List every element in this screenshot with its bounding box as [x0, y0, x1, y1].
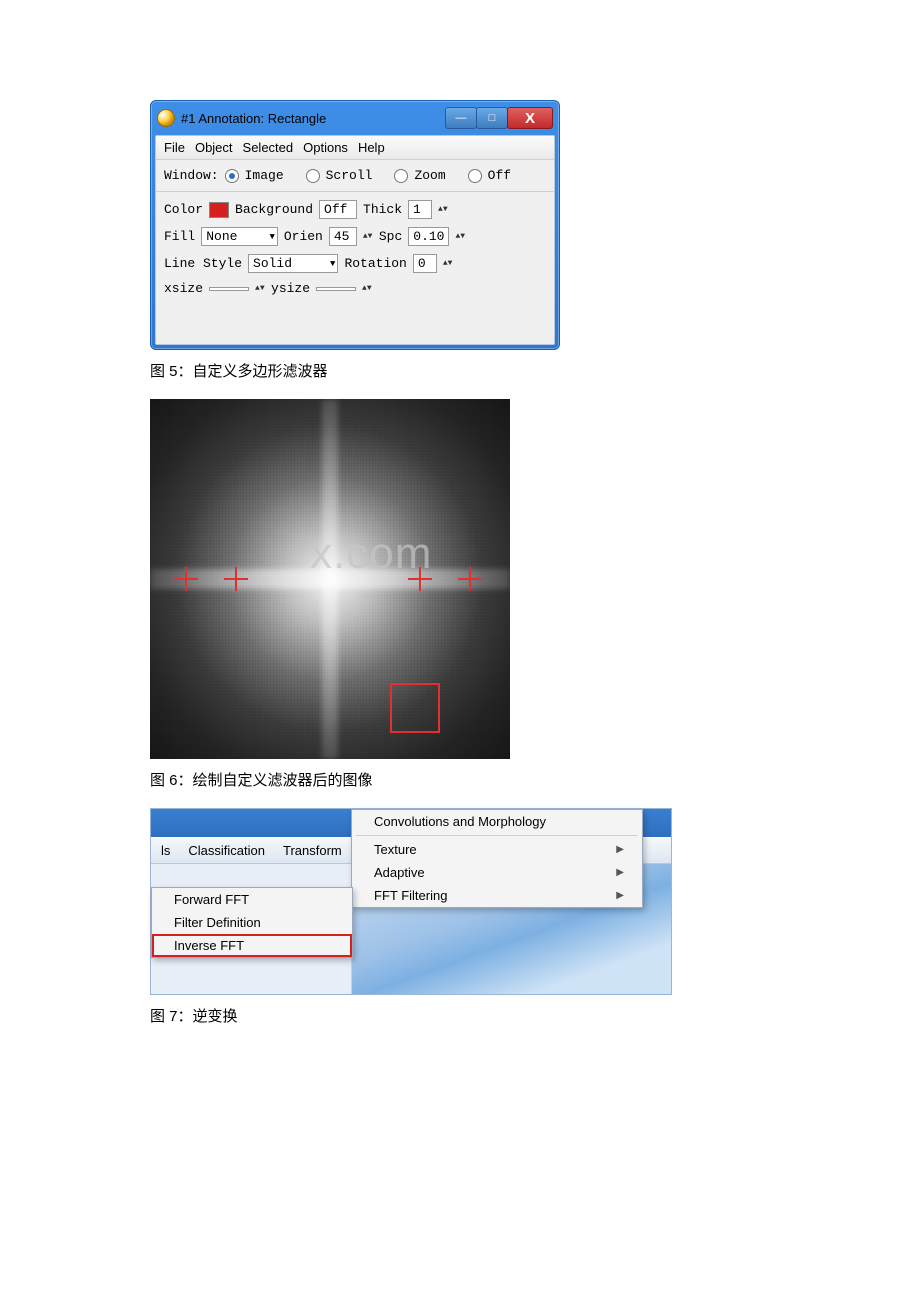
ysize-field[interactable]	[316, 287, 356, 291]
titlebar[interactable]: #1 Annotation: Rectangle — □ X	[155, 105, 555, 135]
linestyle-combo[interactable]: Solid▼	[248, 254, 338, 273]
dd-adaptive[interactable]: Adaptive▶	[352, 861, 642, 884]
dd-separator	[356, 835, 638, 836]
figure7-caption: 图 7：逆变换	[150, 1005, 770, 1026]
spc-spinner[interactable]: ▲▼	[455, 234, 465, 239]
ysize-spinner[interactable]: ▲▼	[362, 286, 372, 291]
thick-field[interactable]: 1	[408, 200, 432, 219]
color-label: Color	[164, 202, 203, 217]
linestyle-label: Line Style	[164, 256, 242, 271]
window-title: #1 Annotation: Rectangle	[181, 111, 446, 126]
sm-forward-fft[interactable]: Forward FFT	[152, 888, 352, 911]
thick-label: Thick	[363, 202, 402, 217]
fft-submenu: Forward FFT Filter Definition Inverse FF…	[151, 887, 353, 958]
radio-scroll-label: Scroll	[326, 168, 373, 183]
radio-off-label: Off	[488, 168, 511, 183]
chevron-down-icon: ▼	[330, 259, 335, 269]
fill-label: Fill	[164, 229, 195, 244]
radio-image-label: Image	[245, 168, 284, 183]
menu-help[interactable]: Help	[358, 140, 385, 155]
window-label: Window:	[164, 168, 219, 183]
radio-off[interactable]	[468, 169, 482, 183]
window-mode-row: Window: Image Scroll Zoom Off	[156, 160, 554, 192]
radio-image[interactable]	[225, 169, 239, 183]
xsize-label: xsize	[164, 281, 203, 296]
chevron-down-icon: ▼	[269, 232, 274, 242]
orien-label: Orien	[284, 229, 323, 244]
figure6-caption: 图 6：绘制自定义滤波器后的图像	[150, 769, 770, 790]
rotation-field[interactable]: 0	[413, 254, 437, 273]
minimize-button[interactable]: —	[445, 107, 477, 129]
vertical-streak	[322, 399, 338, 759]
rectangle-annotation	[390, 683, 440, 733]
orien-spinner[interactable]: ▲▼	[363, 234, 373, 239]
orien-field[interactable]: 45	[329, 227, 357, 246]
rotation-spinner[interactable]: ▲▼	[443, 261, 453, 266]
fft-image	[150, 399, 510, 759]
spc-label: Spc	[379, 229, 402, 244]
chevron-right-icon: ▶	[616, 890, 624, 901]
filter-dropdown: Convolutions and Morphology Texture▶ Ada…	[351, 809, 643, 908]
annotation-dialog: #1 Annotation: Rectangle — □ X File Obje…	[150, 100, 560, 350]
figure5-caption: 图 5：自定义多边形滤波器	[150, 360, 770, 381]
background-field[interactable]: Off	[319, 200, 357, 219]
menu-classification[interactable]: Classification	[184, 842, 269, 859]
app-icon	[157, 109, 175, 127]
ysize-label: ysize	[271, 281, 310, 296]
chevron-right-icon: ▶	[616, 844, 624, 855]
menu-body: Convolutions and Morphology Texture▶ Ada…	[151, 864, 671, 994]
menu-options[interactable]: Options	[303, 140, 348, 155]
maximize-button[interactable]: □	[476, 107, 508, 129]
radio-zoom-label: Zoom	[414, 168, 445, 183]
dd-texture[interactable]: Texture▶	[352, 838, 642, 861]
xsize-spinner[interactable]: ▲▼	[255, 286, 265, 291]
sm-filter-definition[interactable]: Filter Definition	[152, 911, 352, 934]
envi-menubar-screenshot: ls Classification Transform Filter Spect…	[150, 808, 672, 995]
document-page: #1 Annotation: Rectangle — □ X File Obje…	[0, 0, 920, 1104]
xsize-field[interactable]	[209, 287, 249, 291]
menu-object[interactable]: Object	[195, 140, 233, 155]
fill-combo[interactable]: None▼	[201, 227, 278, 246]
menu-file[interactable]: File	[164, 140, 185, 155]
thick-spinner[interactable]: ▲▼	[438, 207, 448, 212]
menu-selected[interactable]: Selected	[243, 140, 294, 155]
spc-field[interactable]: 0.10	[408, 227, 449, 246]
color-swatch[interactable]	[209, 202, 229, 218]
properties-panel: Color Background Off Thick 1 ▲▼ Fill Non…	[156, 192, 554, 344]
menu-transform[interactable]: Transform	[279, 842, 346, 859]
background-label: Background	[235, 202, 313, 217]
rotation-label: Rotation	[344, 256, 406, 271]
chevron-right-icon: ▶	[616, 867, 624, 878]
window-controls: — □ X	[446, 107, 553, 129]
dd-convolutions[interactable]: Convolutions and Morphology	[352, 810, 642, 833]
radio-scroll[interactable]	[306, 169, 320, 183]
close-button[interactable]: X	[507, 107, 553, 129]
dd-fft-filtering[interactable]: FFT Filtering▶	[352, 884, 642, 907]
menubar: File Object Selected Options Help	[156, 136, 554, 160]
sm-inverse-fft[interactable]: Inverse FFT	[152, 934, 352, 957]
radio-zoom[interactable]	[394, 169, 408, 183]
menubar-leftfrag: ls	[157, 842, 174, 859]
client-area: File Object Selected Options Help Window…	[155, 135, 555, 345]
